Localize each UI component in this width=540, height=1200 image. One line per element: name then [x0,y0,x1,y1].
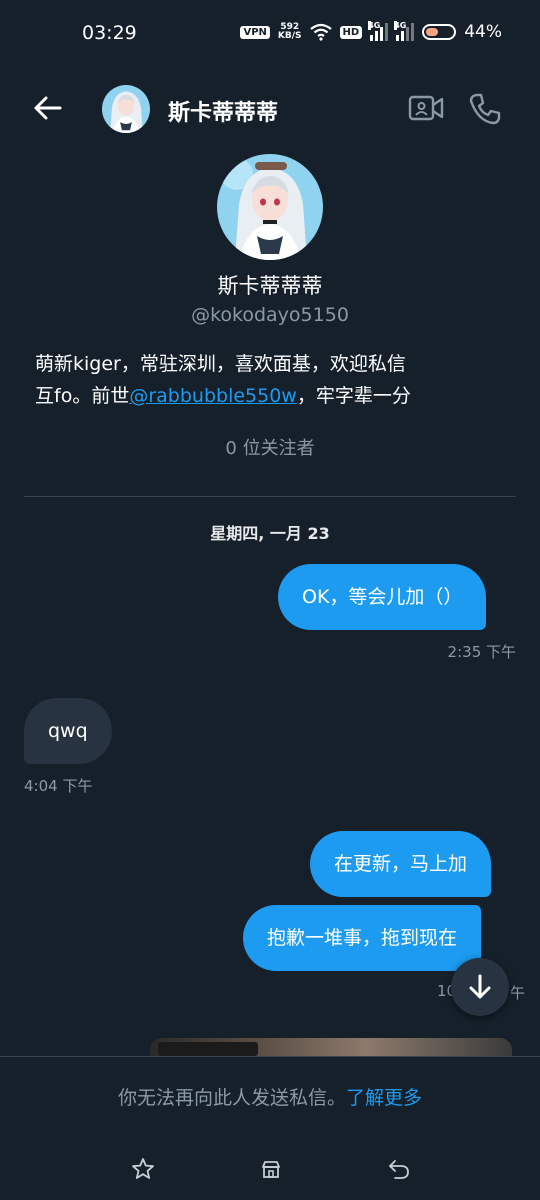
hd-badge: HD [339,25,363,39]
dm-restricted-notice: 你无法再向此人发送私信。了解更多 [0,1056,540,1140]
profile-handle: @kokodayo5150 [191,304,349,326]
nav-back-button[interactable] [386,1156,412,1182]
network-speed: 592 KB/S [277,22,302,41]
message-timestamp: 2:35 下午 [447,643,516,661]
message-bubble-incoming[interactable]: qwq [24,698,112,764]
bio-line-1: 萌新kiger，常驻深圳，喜欢面基，欢迎私信 [35,353,406,375]
video-call-button[interactable] [408,92,444,124]
profile-bio: 萌新kiger，常驻深圳，喜欢面基，欢迎私信 互fo。前世@rabbubble5… [35,348,505,412]
signal-icon-2: 4G [394,21,415,41]
avatar-image [217,154,323,260]
header-avatar[interactable] [102,85,150,133]
message-bubble-outgoing[interactable]: 在更新，马上加 [310,831,492,897]
message-bubble-outgoing[interactable]: OK，等会儿加（） [278,564,487,630]
back-gesture-icon [389,1160,409,1179]
profile-name: 斯卡蒂蒂蒂 [217,274,323,298]
date-separator: 星期四, 一月 23 [210,524,330,543]
signal-icon-1: 4G [368,21,389,41]
back-arrow-icon [34,96,62,120]
arrow-down-icon [469,974,491,999]
header-name[interactable]: 斯卡蒂蒂蒂 [168,95,278,127]
profile-card: 斯卡蒂蒂蒂 @kokodayo5150 萌新kiger，常驻深圳，喜欢面基，欢迎… [0,154,540,460]
message-timestamp: 4:04 下午 [24,777,93,795]
status-icons: VPN 592 KB/S HD 4G 4G 44% [240,21,502,42]
battery-percent: 44% [464,22,502,42]
status-bar: 03:29 VPN 592 KB/S HD 4G 4G 44% [0,0,540,68]
vpn-badge: VPN [240,25,270,39]
bio-line-2-suffix: ，牢字辈一分 [296,385,411,407]
phone-icon [469,93,501,125]
conversation-header: 斯卡蒂蒂蒂 [0,76,540,144]
message-timestamp-suffix: 午 [510,984,526,1002]
avatar-image [102,85,150,133]
learn-more-link[interactable]: 了解更多 [346,1087,422,1109]
phone-call-button[interactable] [468,92,502,126]
wifi-icon [309,23,332,41]
divider [24,496,516,497]
status-time: 03:29 [82,22,137,44]
system-nav-bar [0,1140,540,1200]
image-thumbnail-content [158,1042,258,1056]
profile-avatar[interactable] [217,154,323,260]
nav-star-button[interactable] [130,1156,156,1182]
message-bubble-outgoing[interactable]: 抱歉一堆事，拖到现在 [243,905,482,971]
shop-icon [262,1161,280,1178]
scroll-to-bottom-button[interactable] [451,958,509,1016]
star-icon [132,1158,154,1179]
battery-icon [422,24,457,40]
bio-mention-link[interactable]: @rabbubble550w [129,385,297,407]
back-button[interactable] [30,90,66,126]
video-call-icon [408,95,444,121]
notice-text: 你无法再向此人发送私信。 [117,1087,346,1109]
followers-count[interactable]: 0 位关注者 [0,434,540,460]
nav-shop-button[interactable] [258,1156,284,1182]
bio-line-2-prefix: 互fo。前世 [35,385,130,407]
